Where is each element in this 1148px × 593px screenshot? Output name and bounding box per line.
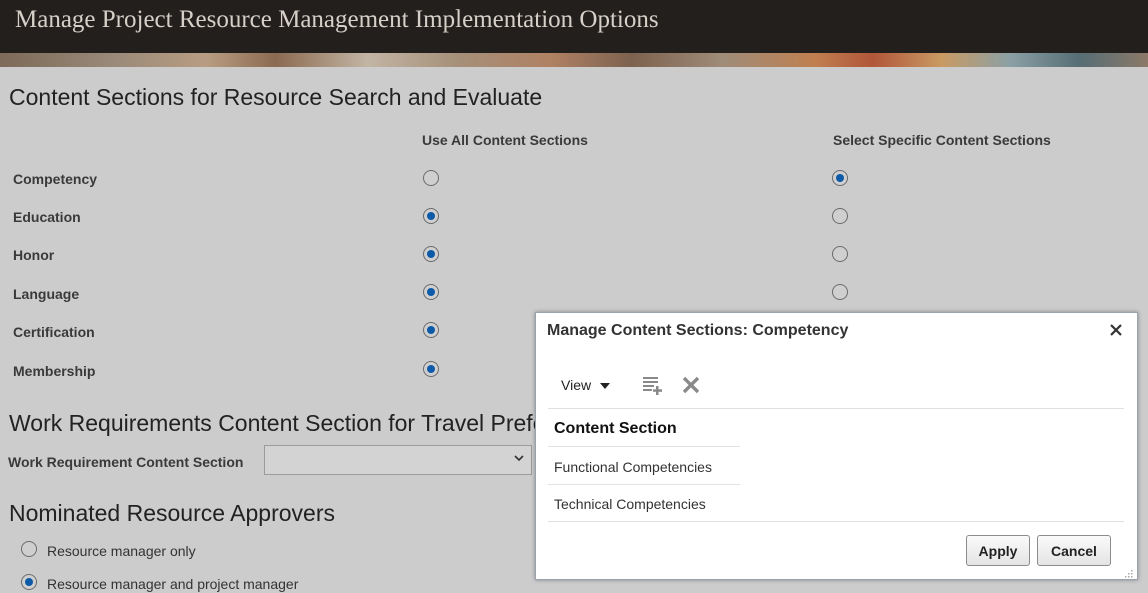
row-label-honor: Honor — [13, 247, 55, 263]
add-row-icon[interactable] — [642, 374, 664, 396]
row-label-language: Language — [13, 286, 80, 302]
work-requirements-heading: Work Requirements Content Section for Tr… — [9, 410, 574, 436]
delete-icon[interactable] — [680, 374, 702, 396]
approvers-heading: Nominated Resource Approvers — [9, 500, 335, 526]
radio-resource-manager-only[interactable] — [21, 541, 37, 557]
row-label-competency: Competency — [13, 171, 98, 187]
view-menu-button[interactable]: View — [561, 377, 611, 393]
radio-certification-use-all[interactable] — [423, 322, 439, 338]
close-icon[interactable] — [1109, 321, 1123, 342]
cancel-button[interactable]: Cancel — [1037, 535, 1111, 566]
radio-membership-use-all[interactable] — [423, 361, 439, 377]
column-header-select-specific: Select Specific Content Sections — [833, 132, 1051, 148]
table-row[interactable]: Technical Competencies — [554, 496, 706, 512]
view-menu-label: View — [561, 377, 592, 393]
row-label-membership: Membership — [13, 363, 96, 379]
radio-honor-use-all[interactable] — [423, 246, 439, 262]
radio-competency-select-specific[interactable] — [832, 170, 848, 186]
chevron-down-icon — [513, 451, 525, 467]
row-label-education: Education — [13, 209, 81, 225]
header-banner — [0, 53, 1148, 67]
radio-resource-and-project-manager[interactable] — [21, 574, 37, 590]
radio-education-use-all[interactable] — [423, 208, 439, 224]
radio-language-select-specific[interactable] — [832, 284, 848, 300]
radio-honor-select-specific[interactable] — [832, 246, 848, 262]
work-requirement-select[interactable] — [264, 445, 532, 475]
page-title: Manage Project Resource Management Imple… — [15, 6, 659, 33]
row-label-certification: Certification — [13, 324, 95, 340]
toolbar-divider — [548, 408, 1124, 409]
work-requirement-field-label: Work Requirement Content Section — [8, 454, 244, 470]
apply-button[interactable]: Apply — [966, 535, 1030, 566]
table-row-divider — [548, 484, 740, 485]
table-row-divider — [548, 446, 740, 447]
caret-down-icon — [595, 377, 611, 393]
resize-handle-icon[interactable] — [1123, 565, 1133, 578]
radio-competency-use-all[interactable] — [423, 170, 439, 186]
radio-education-select-specific[interactable] — [832, 208, 848, 224]
page-header: Manage Project Resource Management Imple… — [0, 0, 1148, 53]
option-label-resource-and-project-manager: Resource manager and project manager — [47, 576, 299, 592]
table-header-content-section: Content Section — [554, 420, 677, 437]
column-header-use-all: Use All Content Sections — [422, 132, 588, 148]
radio-language-use-all[interactable] — [423, 284, 439, 300]
footer-divider — [548, 521, 1124, 522]
dialog-title: Manage Content Sections: Competency — [547, 322, 849, 339]
table-row[interactable]: Functional Competencies — [554, 459, 712, 475]
option-label-resource-manager-only: Resource manager only — [47, 543, 196, 559]
content-sections-heading: Content Sections for Resource Search and… — [9, 84, 543, 110]
manage-content-sections-dialog: Manage Content Sections: Competency View… — [535, 312, 1138, 580]
